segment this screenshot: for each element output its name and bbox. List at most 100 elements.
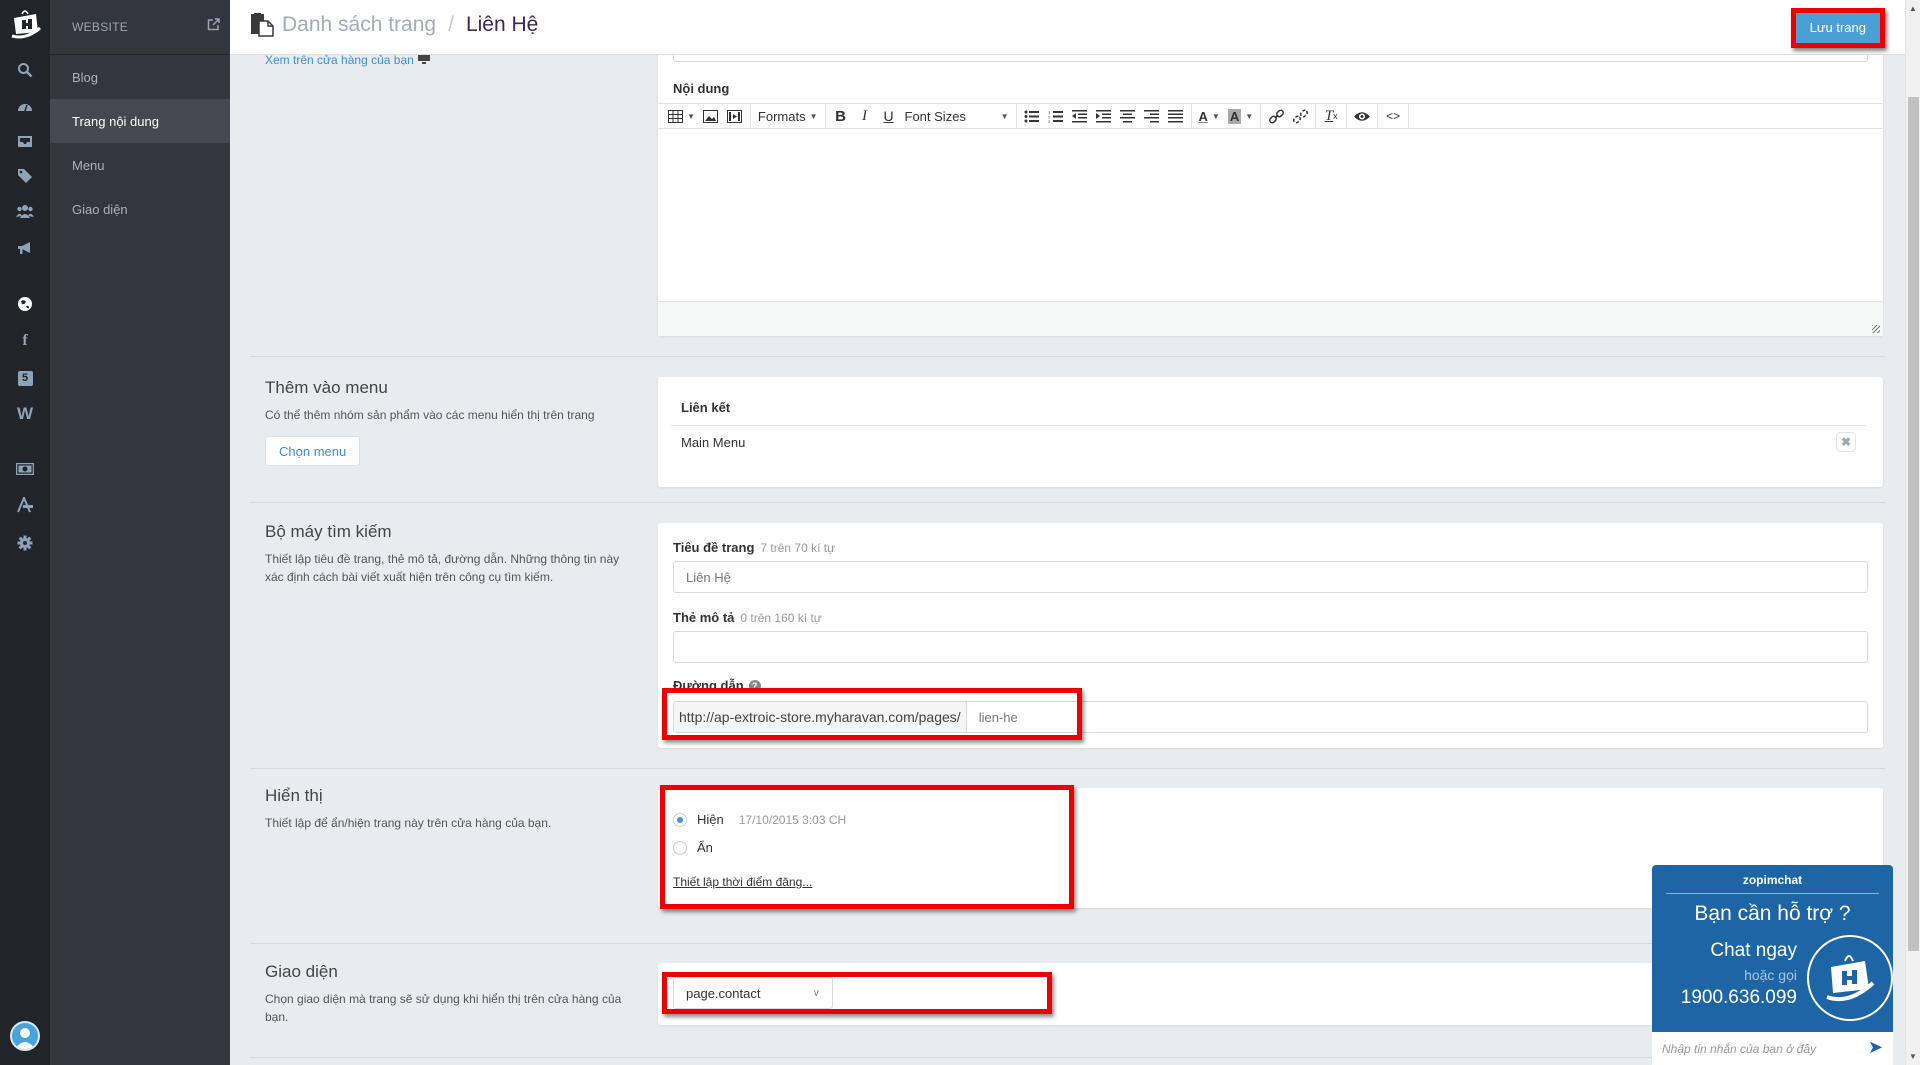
formats-dropdown[interactable]: Formats ▼: [754, 104, 822, 128]
icon-rail: f 5 W: [0, 0, 50, 1065]
font-sizes-dropdown[interactable]: Font Sizes ▼: [901, 104, 1013, 128]
visibility-section-info: Hiển thị Thiết lập để ẩn/hiện trang này …: [265, 786, 635, 832]
link-button[interactable]: [1264, 104, 1288, 128]
save-page-button[interactable]: Lưu trang: [1795, 13, 1880, 43]
haravan-chat-logo-icon: [1807, 935, 1893, 1021]
chat-now-label[interactable]: Chat ngay: [1662, 940, 1797, 962]
scrollbar-thumb[interactable]: [1908, 97, 1919, 951]
html5-icon[interactable]: 5: [13, 368, 37, 388]
url-handle-input[interactable]: [966, 703, 1867, 731]
save-highlight-box: Lưu trang: [1790, 8, 1885, 48]
subnav-header: WEBSITE: [50, 0, 230, 55]
megaphone-icon[interactable]: [13, 238, 37, 258]
view-on-store-link[interactable]: Xem trên cửa hàng của bạn: [265, 53, 431, 68]
caret-down-icon: ▼: [809, 111, 818, 121]
users-icon[interactable]: [13, 201, 37, 221]
svg-text:3: 3: [1048, 119, 1051, 123]
scroll-up-icon[interactable]: ▲: [1909, 4, 1917, 13]
subnav-item-menu[interactable]: Menu: [50, 143, 230, 187]
image-button[interactable]: [699, 104, 723, 128]
page-title-input[interactable]: [673, 561, 1868, 593]
media-button[interactable]: [723, 104, 747, 128]
breadcrumb: Danh sách trang / Liên Hệ: [250, 13, 538, 37]
website-subnav: WEBSITE Blog Trang nội dung Menu Giao di…: [50, 0, 230, 1065]
user-avatar-icon[interactable]: [10, 1021, 40, 1051]
choose-menu-button[interactable]: Chọn menu: [265, 436, 361, 466]
subnav-item-blog[interactable]: Blog: [50, 55, 230, 99]
italic-button[interactable]: I: [853, 104, 877, 128]
chat-message-input[interactable]: Nhập tin nhắn của bạn ở đây: [1652, 1032, 1893, 1065]
breadcrumb-page-list[interactable]: Danh sách trang: [282, 13, 436, 37]
background-color-button[interactable]: A ▼: [1224, 104, 1257, 128]
editor-statusbar: [658, 301, 1883, 336]
content-label: Nội dung: [673, 81, 730, 96]
w-icon[interactable]: W: [13, 404, 37, 424]
menu-links-card: Liên kết Main Menu ✖: [658, 377, 1883, 487]
bold-button[interactable]: B: [829, 104, 853, 128]
template-section-desc: Chọn giao diện mà trang sẽ sử dụng khi h…: [265, 992, 622, 1024]
gear-icon[interactable]: [13, 533, 37, 553]
meta-description-label: Thẻ mô tả: [673, 610, 735, 625]
remove-menu-link-icon[interactable]: ✖: [1836, 432, 1856, 452]
vertical-scrollbar[interactable]: ▲ ▼: [1905, 0, 1920, 1065]
page-title-counter: 7 trên 70 kí tự: [760, 541, 836, 555]
preview-button[interactable]: [1350, 104, 1374, 128]
text-color-icon: A: [1198, 108, 1208, 124]
bullet-list-button[interactable]: [1020, 104, 1044, 128]
caret-down-icon: ▼: [1245, 111, 1254, 121]
editor-body[interactable]: [658, 130, 1883, 301]
seo-section-desc: Thiết lập tiêu đề trang, thẻ mô tả, đườn…: [265, 552, 620, 584]
dashboard-icon[interactable]: [13, 96, 37, 116]
menu-section-info: Thêm vào menu Có thể thêm nhóm sản phẩm …: [265, 378, 635, 466]
align-center-button[interactable]: [1116, 104, 1140, 128]
resize-handle-icon[interactable]: [1872, 325, 1880, 333]
monitor-icon: [417, 53, 431, 68]
search-icon[interactable]: [13, 60, 37, 80]
page-title: Liên Hệ: [465, 13, 539, 36]
globe-icon[interactable]: [13, 294, 37, 314]
page-title-label: Tiêu đề trang: [673, 540, 755, 555]
underline-button[interactable]: U: [877, 104, 901, 128]
indent-button[interactable]: [1092, 104, 1116, 128]
numbered-list-button[interactable]: 123: [1044, 104, 1068, 128]
seo-section-info: Bộ máy tìm kiếm Thiết lập tiêu đề trang,…: [265, 522, 635, 586]
chat-question: Bạn cần hỗ trợ ?: [1694, 902, 1851, 925]
visibility-highlight-box: [660, 785, 1074, 909]
template-section-title: Giao diện: [265, 962, 338, 981]
align-right-button[interactable]: [1140, 104, 1164, 128]
top-header: Danh sách trang / Liên Hệ Lưu trang: [230, 0, 1905, 55]
scroll-down-icon[interactable]: ▼: [1909, 1052, 1917, 1061]
money-icon[interactable]: [13, 459, 37, 479]
caret-down-icon: ▼: [1211, 111, 1220, 121]
clear-format-button[interactable]: Tx: [1319, 104, 1343, 128]
zopim-chat-widget[interactable]: zopimchat Bạn cần hỗ trợ ? Chat ngay hoặ…: [1652, 865, 1893, 1065]
subnav-item-themes[interactable]: Giao diện: [50, 187, 230, 231]
facebook-icon[interactable]: f: [13, 331, 37, 351]
inbox-icon[interactable]: [13, 131, 37, 151]
breadcrumb-separator: /: [448, 13, 454, 36]
meta-description-input[interactable]: [673, 631, 1868, 663]
seo-section-title: Bộ máy tìm kiếm: [265, 522, 392, 541]
justify-button[interactable]: [1164, 104, 1188, 128]
or-call-label: hoặc gọi: [1744, 967, 1797, 983]
menu-section-title: Thêm vào menu: [265, 378, 388, 397]
send-icon[interactable]: ➤: [1868, 1037, 1883, 1058]
unlink-button[interactable]: [1288, 104, 1312, 128]
tags-icon[interactable]: [13, 166, 37, 186]
subnav-item-pages[interactable]: Trang nội dung: [50, 99, 230, 143]
visibility-section-desc: Thiết lập để ẩn/hiện trang này trên cửa …: [265, 816, 552, 830]
chat-brand: zopimchat: [1666, 865, 1879, 894]
template-section-info: Giao diện Chọn giao diện mà trang sẽ sử …: [265, 962, 635, 1026]
pages-icon: [250, 13, 274, 37]
caret-down-icon: ▼: [1000, 111, 1009, 121]
app-store-icon[interactable]: [13, 495, 37, 515]
external-link-icon[interactable]: [207, 18, 220, 34]
table-button[interactable]: ▼: [664, 104, 699, 128]
template-highlight-box: [662, 972, 1052, 1014]
outdent-button[interactable]: [1068, 104, 1092, 128]
visibility-section-title: Hiển thị: [265, 786, 323, 805]
source-code-button[interactable]: <>: [1381, 104, 1405, 128]
text-color-button[interactable]: A ▼: [1195, 104, 1224, 128]
url-highlight-box: [662, 688, 1082, 740]
haravan-logo-icon[interactable]: [8, 6, 44, 42]
